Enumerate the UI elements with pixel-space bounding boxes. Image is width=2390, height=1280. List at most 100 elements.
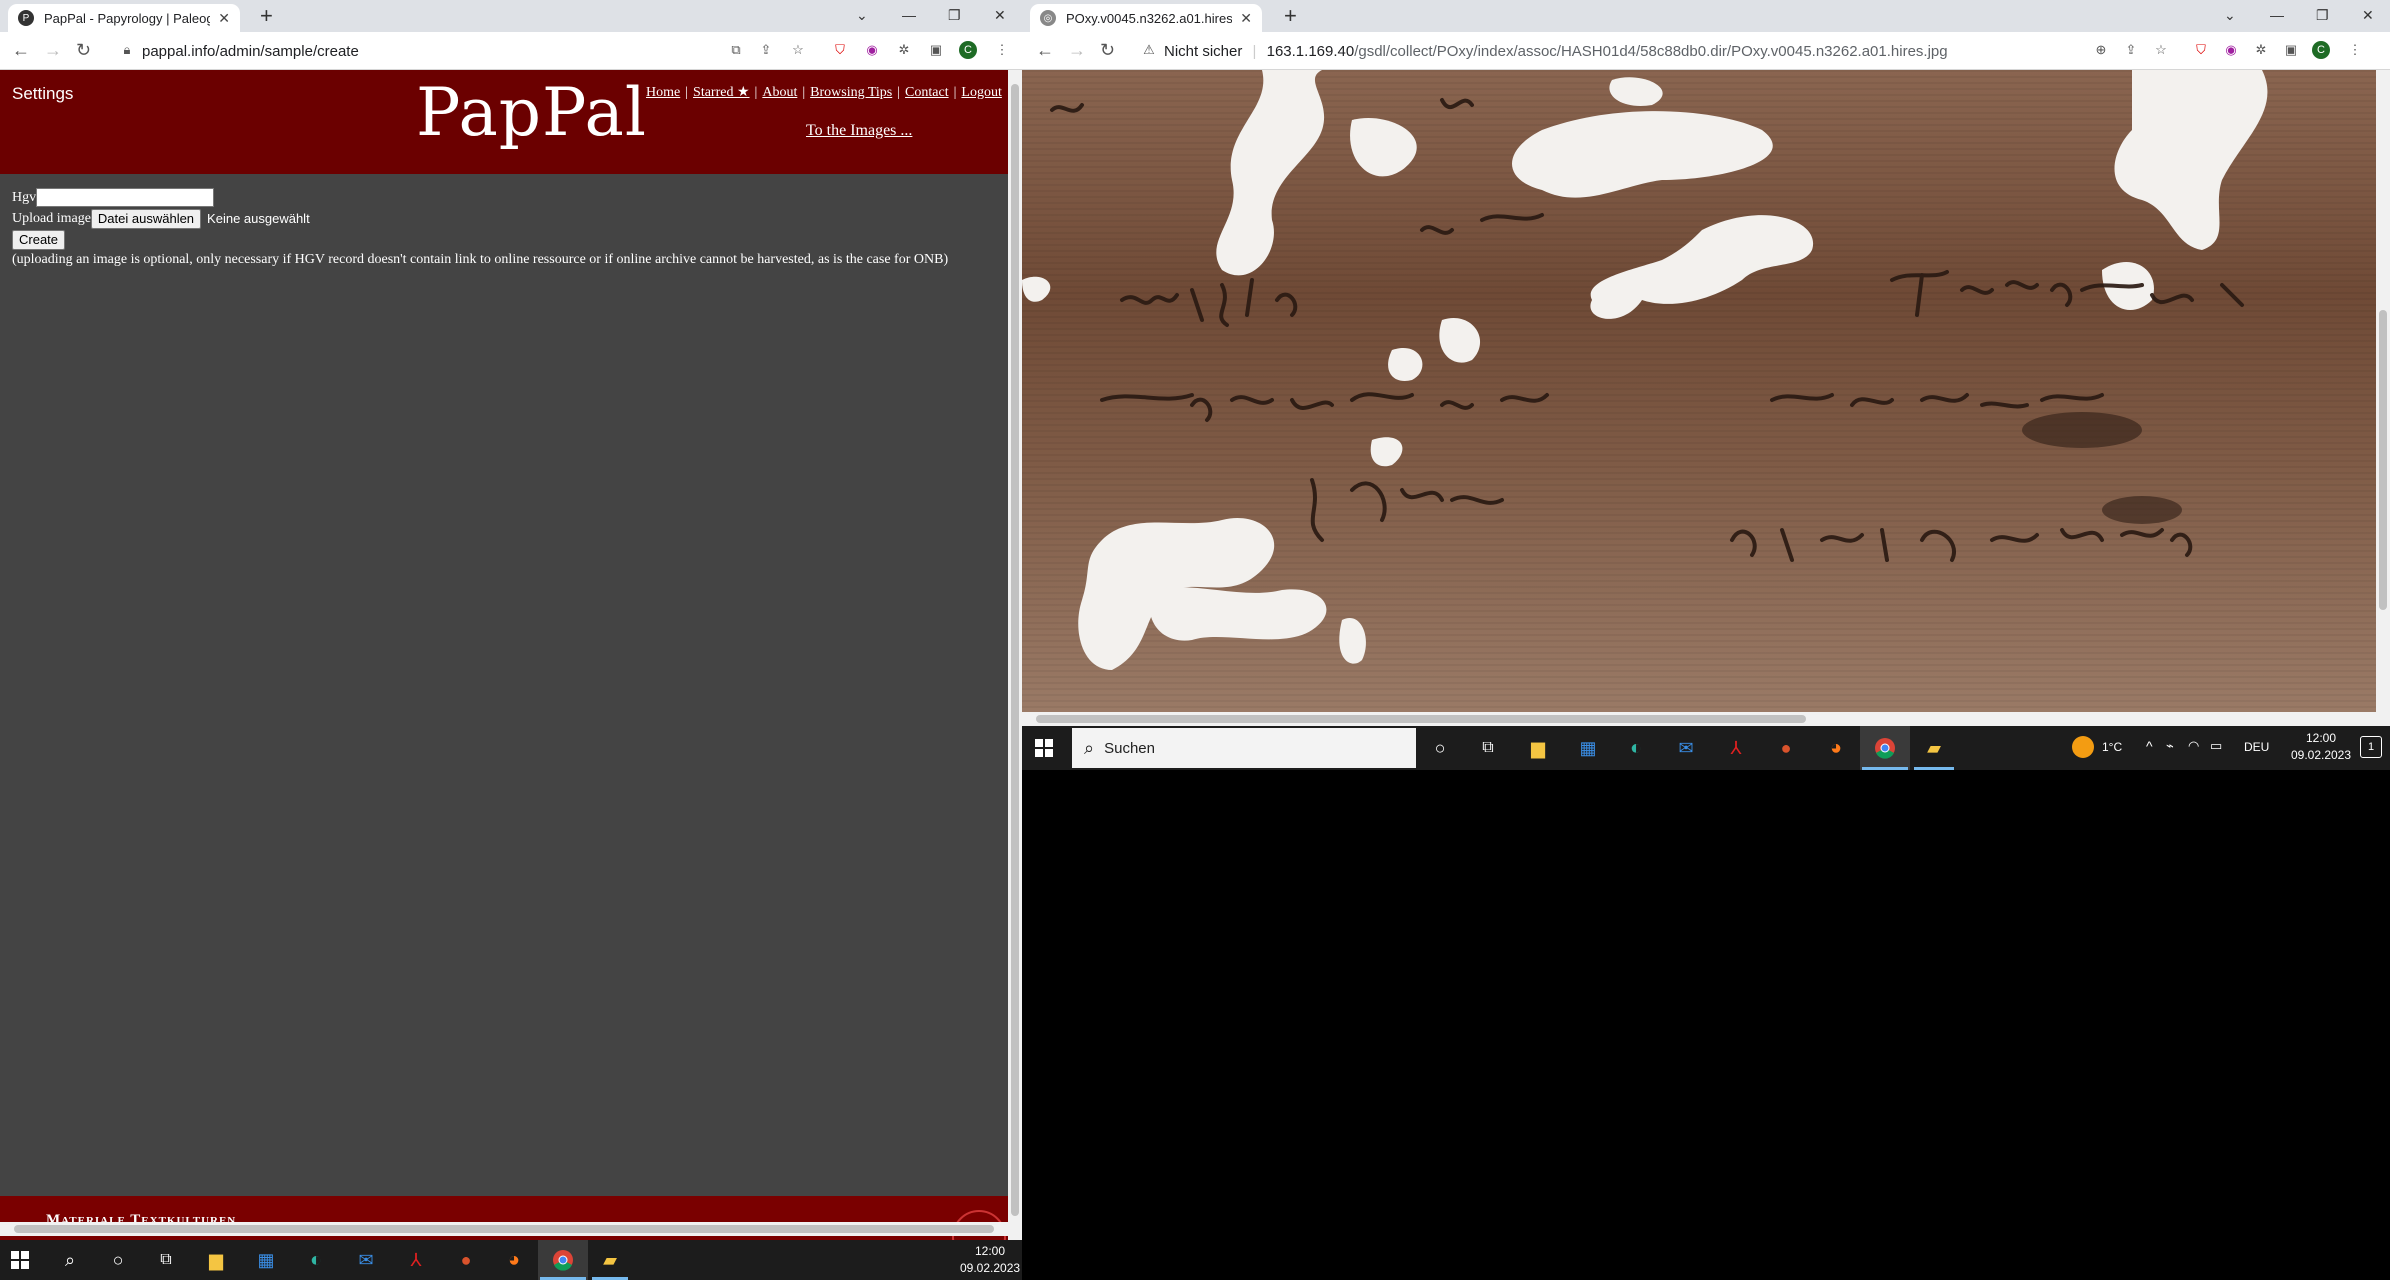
sidebar-icon[interactable]: ▣ — [927, 41, 945, 59]
close-tab-icon[interactable]: ✕ — [218, 10, 230, 27]
forward-right-icon[interactable]: → — [1068, 40, 1086, 60]
restore-right-button[interactable]: ❐ — [2316, 2, 2329, 28]
extensions-right-icon[interactable]: ✲ — [2252, 41, 2270, 59]
back-icon[interactable]: ← — [12, 40, 30, 60]
extension-shield-right-icon[interactable]: ⛉ — [2192, 41, 2210, 59]
new-tab-button[interactable]: + — [260, 4, 273, 28]
chrome-icon[interactable] — [551, 1248, 575, 1272]
tab-search-chevron-icon[interactable]: ⌄ — [856, 2, 868, 28]
clock-right-time: 12:00 — [2305, 731, 2337, 745]
share-right-icon[interactable]: ⇪ — [2122, 41, 2140, 59]
lock-icon[interactable]: 🔒︎ — [118, 41, 136, 59]
profile-icon[interactable]: C — [959, 41, 977, 59]
new-tab-right-button[interactable]: + — [1284, 4, 1297, 28]
zoom-icon[interactable]: ⊕ — [2092, 41, 2110, 59]
warning-icon[interactable]: ⚠ — [1140, 41, 1158, 59]
search-icon[interactable]: ⌕ — [58, 1248, 82, 1272]
windows-start-icon[interactable] — [8, 1248, 32, 1272]
settings-link[interactable]: Settings — [12, 84, 73, 104]
extension-ub-right-icon[interactable]: ◉ — [2222, 41, 2240, 59]
vertical-scroll-thumb[interactable] — [1011, 84, 1019, 1216]
tray-chevron-icon[interactable]: ^ — [2146, 738, 2153, 754]
task-view-right-icon[interactable]: ⧉ — [1476, 736, 1500, 760]
extension-ub-icon[interactable]: ◉ — [863, 41, 881, 59]
tab-search-right-chevron-icon[interactable]: ⌄ — [2224, 2, 2236, 28]
clock[interactable]: 12:00 09.02.2023 — [960, 1243, 1020, 1277]
choose-file-button[interactable]: Datei auswählen — [90, 208, 202, 229]
star-icon[interactable]: ☆ — [789, 41, 807, 59]
files-right-icon[interactable]: ▰ — [1922, 736, 1946, 760]
forward-icon[interactable]: → — [44, 40, 62, 60]
hgv-input[interactable] — [36, 188, 215, 207]
vertical-scrollbar[interactable] — [1008, 70, 1022, 1240]
horizontal-scroll-thumb[interactable] — [14, 1225, 994, 1233]
nav-about[interactable]: About — [762, 85, 797, 100]
store-right-icon[interactable]: ▦ — [1576, 736, 1600, 760]
restore-button[interactable]: ❐ — [948, 2, 961, 28]
clock-right[interactable]: 12:00 09.02.2023 — [2284, 730, 2358, 764]
extensions-icon[interactable]: ✲ — [895, 41, 913, 59]
search-box[interactable]: ⌕ Suchen — [1072, 728, 1416, 768]
profile-right-icon[interactable]: C — [2312, 41, 2330, 59]
vertical-scroll-thumb-right[interactable] — [2379, 310, 2387, 610]
close-window-button[interactable]: ✕ — [994, 2, 1006, 28]
vertical-scrollbar-right[interactable] — [2376, 70, 2390, 712]
task-view-icon[interactable]: ⧉ — [154, 1248, 178, 1272]
minimize-button[interactable]: — — [902, 2, 916, 28]
files-icon[interactable]: ▰ — [598, 1248, 622, 1272]
minimize-right-button[interactable]: — — [2270, 2, 2284, 28]
reload-right-icon[interactable]: ↻ — [1100, 40, 1115, 60]
nav-browsing-tips[interactable]: Browsing Tips — [810, 85, 892, 100]
windows-start-right-icon[interactable] — [1032, 736, 1056, 760]
network-icon[interactable]: ⌁ — [2166, 738, 2174, 754]
file-explorer-icon[interactable]: ▆ — [204, 1248, 228, 1272]
language-indicator[interactable]: DEU — [2244, 740, 2269, 754]
powerpoint-icon[interactable]: ● — [454, 1248, 478, 1272]
battery-icon[interactable]: ▭ — [2210, 738, 2222, 754]
acrobat-right-icon[interactable]: ⅄ — [1724, 736, 1748, 760]
powerpoint-right-icon[interactable]: ● — [1774, 736, 1798, 760]
sidebar-right-icon[interactable]: ▣ — [2282, 41, 2300, 59]
translate-icon[interactable]: ⧉ — [727, 41, 745, 59]
notification-icon[interactable]: 1 — [2360, 736, 2382, 758]
extension-shield-icon[interactable]: ⛉ — [831, 41, 849, 59]
mail-icon[interactable]: ✉ — [354, 1248, 378, 1272]
tab-pappal[interactable]: P PapPal - Papyrology | Paleograph ✕ — [8, 4, 240, 32]
horizontal-scrollbar-right[interactable] — [1022, 712, 2390, 726]
menu-right-icon[interactable]: ⋮ — [2346, 41, 2364, 59]
tab-poxy-image[interactable]: ◎ POxy.v0045.n3262.a01.hires.jpg ✕ — [1030, 4, 1262, 32]
horizontal-scroll-thumb-right[interactable] — [1036, 715, 1806, 723]
firefox-icon[interactable]: ◕ — [502, 1248, 526, 1272]
weather-icon[interactable] — [2072, 736, 2094, 758]
wifi-icon[interactable]: ◠ — [2188, 738, 2199, 754]
nav-logout[interactable]: Logout — [961, 85, 1001, 100]
cortana-icon[interactable]: ○ — [106, 1248, 130, 1272]
star-right-icon[interactable]: ☆ — [2152, 41, 2170, 59]
share-icon[interactable]: ⇪ — [757, 41, 775, 59]
close-tab-right-icon[interactable]: ✕ — [1240, 10, 1252, 27]
menu-icon[interactable]: ⋮ — [993, 41, 1011, 59]
acrobat-icon[interactable]: ⅄ — [404, 1248, 428, 1272]
firefox-right-icon[interactable]: ◕ — [1824, 736, 1848, 760]
reload-icon[interactable]: ↻ — [76, 40, 91, 60]
back-right-icon[interactable]: ← — [1036, 40, 1054, 60]
close-right-window-button[interactable]: ✕ — [2362, 2, 2374, 28]
to-the-images-link[interactable]: To the Images ... — [806, 122, 912, 140]
address-bar[interactable]: pappal.info/admin/sample/create — [142, 43, 359, 60]
edge-right-icon[interactable]: ◐ — [1624, 736, 1648, 760]
cortana-right-icon[interactable]: ○ — [1428, 736, 1452, 760]
papyrus-image[interactable] — [1022, 70, 2376, 712]
chrome-right-icon[interactable] — [1873, 736, 1897, 760]
address-bar-right[interactable]: Nicht sicher | 163.1.169.40/gsdl/collect… — [1164, 43, 1948, 60]
edge-icon[interactable]: ◐ — [304, 1248, 328, 1272]
file-explorer-right-icon[interactable]: ▆ — [1526, 736, 1550, 760]
nav-home[interactable]: Home — [646, 85, 680, 100]
nav-contact[interactable]: Contact — [905, 85, 949, 100]
horizontal-scrollbar[interactable] — [0, 1222, 1008, 1236]
create-button[interactable]: Create — [12, 229, 66, 250]
mail-right-icon[interactable]: ✉ — [1674, 736, 1698, 760]
nav-starred[interactable]: Starred ★ — [693, 85, 749, 100]
store-icon[interactable]: ▦ — [254, 1248, 278, 1272]
temperature[interactable]: 1°C — [2102, 740, 2122, 754]
pappal-logo[interactable]: PapPal — [416, 70, 647, 156]
